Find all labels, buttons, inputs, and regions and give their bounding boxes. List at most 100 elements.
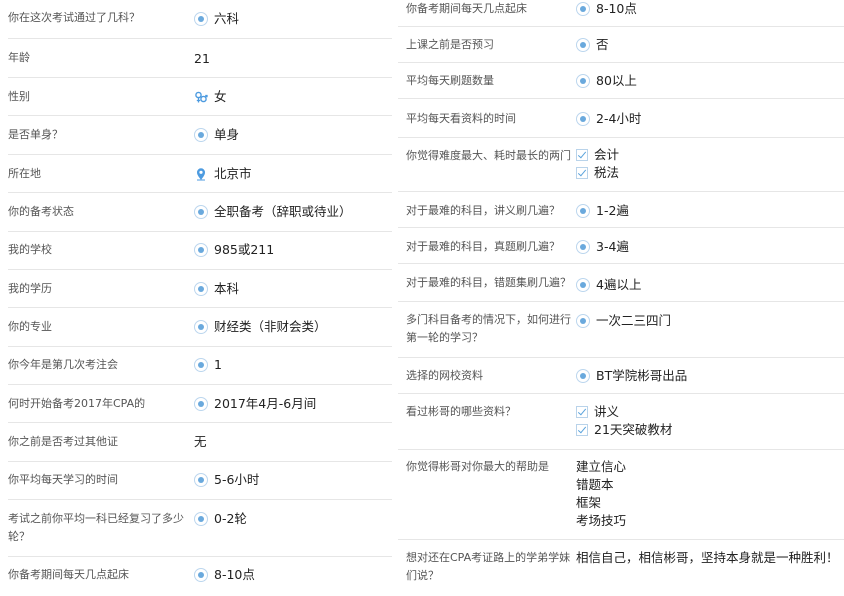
answer-line: 4遍以上 bbox=[576, 276, 641, 294]
answer-text: 否 bbox=[596, 37, 609, 52]
radio-icon bbox=[194, 11, 208, 26]
answer-line: 2017年4月-6月间 bbox=[194, 395, 316, 413]
survey-row: 看过彬哥的哪些资料？ 讲义 21天突破教材 bbox=[398, 394, 844, 450]
answer-text: 女 bbox=[214, 89, 227, 104]
radio-icon bbox=[576, 1, 590, 16]
question-label: 性别 bbox=[8, 90, 30, 103]
answer-block: 2-4小时 bbox=[576, 110, 641, 128]
answer-block: 讲义 21天突破教材 bbox=[576, 403, 672, 439]
survey-row: 上课之前是否预习 否 bbox=[398, 27, 844, 63]
answer-line: 21天突破教材 bbox=[576, 421, 672, 439]
answer-line: 8-10点 bbox=[576, 0, 637, 18]
answer-text: 0-2轮 bbox=[214, 511, 247, 526]
answer-text: 8-10点 bbox=[596, 1, 637, 16]
answer-text: 5-6小时 bbox=[214, 472, 260, 487]
question-label: 我的学历 bbox=[8, 282, 52, 295]
question-label: 你之前是否考过其他证 bbox=[8, 435, 118, 448]
question-label: 是否单身？ bbox=[8, 128, 63, 141]
survey-row: 平均每天刷题数量 80以上 bbox=[398, 63, 844, 99]
question-label: 选择的网校资料 bbox=[406, 369, 483, 382]
survey-row: 选择的网校资料 BT学院彬哥出品 bbox=[398, 358, 844, 394]
answer-block: 本科 bbox=[194, 280, 239, 298]
question-label: 我的学校 bbox=[8, 243, 52, 256]
survey-row: 多门科目备考的情况下，如何进行第一轮的学习？ 一次二三四门 bbox=[398, 302, 844, 358]
answer-line: 21 bbox=[194, 50, 210, 68]
answer-text: 考场技巧 bbox=[576, 513, 627, 528]
radio-icon bbox=[576, 239, 590, 254]
answer-block: 21 bbox=[194, 50, 210, 68]
survey-row: 何时开始备考2017年CPA的 2017年4月-6月间 bbox=[8, 385, 392, 423]
answer-line: 全职备考（辞职或待业） bbox=[194, 203, 352, 221]
answer-block: 0-2轮 bbox=[194, 510, 247, 528]
survey-row: 对于最难的科目，讲义刷几遍？ 1-2遍 bbox=[398, 192, 844, 228]
radio-icon bbox=[194, 472, 208, 487]
survey-row: 你的备考状态 全职备考（辞职或待业） bbox=[8, 193, 392, 232]
answer-text: 框架 bbox=[576, 495, 602, 510]
answer-text: 1 bbox=[214, 357, 222, 372]
radio-icon bbox=[194, 204, 208, 219]
answer-text: 21 bbox=[194, 51, 210, 66]
survey-row: 你觉得彬哥对你最大的帮助是 建立信心 错题本 框架 考场技巧 bbox=[398, 450, 844, 540]
checkbox-icon bbox=[576, 148, 588, 161]
answer-line: BT学院彬哥出品 bbox=[576, 367, 687, 385]
answer-line: 5-6小时 bbox=[194, 471, 259, 489]
question-label: 对于最难的科目，错题集刷几遍？ bbox=[406, 276, 571, 289]
gender-icon bbox=[194, 90, 208, 104]
checkbox-icon bbox=[576, 423, 588, 436]
answer-text: 4遍以上 bbox=[596, 277, 642, 292]
survey-row: 你今年是第几次考注会 1 bbox=[8, 347, 392, 385]
answer-text: 8-10点 bbox=[214, 567, 255, 582]
answer-block: 全职备考（辞职或待业） bbox=[194, 203, 352, 221]
answer-block: 单身 bbox=[194, 126, 239, 144]
answer-text: 讲义 bbox=[594, 404, 620, 419]
question-label: 平均每天刷题数量 bbox=[406, 74, 494, 87]
answer-line: 无 bbox=[194, 433, 207, 451]
survey-row: 对于最难的科目，真题刷几遍？ 3-4遍 bbox=[398, 228, 844, 264]
question-label: 你的备考状态 bbox=[8, 205, 74, 218]
answer-line: 税法 bbox=[576, 164, 619, 182]
answer-block: BT学院彬哥出品 bbox=[576, 367, 687, 385]
answer-text: 2-4小时 bbox=[596, 111, 642, 126]
question-label: 多门科目备考的情况下，如何进行第一轮的学习？ bbox=[406, 313, 571, 344]
survey-row: 你备考期间每天几点起床 8-10点 bbox=[8, 557, 392, 596]
answer-line: 2-4小时 bbox=[576, 110, 641, 128]
answer-block: 北京市 bbox=[194, 165, 252, 183]
answer-line: 错题本 bbox=[576, 476, 626, 494]
question-label: 平均每天看资料的时间 bbox=[406, 112, 516, 125]
answer-line: 建立信心 bbox=[576, 458, 626, 476]
answer-block: 1-2遍 bbox=[576, 202, 629, 220]
question-label: 你今年是第几次考注会 bbox=[8, 358, 118, 371]
answer-text: 税法 bbox=[594, 165, 620, 180]
question-label: 对于最难的科目，真题刷几遍？ bbox=[406, 240, 560, 253]
survey-row: 对于最难的科目，错题集刷几遍？ 4遍以上 bbox=[398, 264, 844, 302]
answer-block: 六科 bbox=[194, 10, 239, 28]
question-label: 年龄 bbox=[8, 51, 30, 64]
answer-text: 3-4遍 bbox=[596, 239, 629, 254]
survey-row: 所在地 北京市 bbox=[8, 155, 392, 193]
answer-line: 会计 bbox=[576, 146, 619, 164]
survey-row: 你的专业 财经类（非财会类） bbox=[8, 308, 392, 347]
answer-line: 0-2轮 bbox=[194, 510, 247, 528]
location-pin-icon bbox=[194, 167, 208, 181]
question-label: 看过彬哥的哪些资料？ bbox=[406, 405, 516, 418]
answer-text: 1-2遍 bbox=[596, 203, 629, 218]
radio-icon bbox=[194, 281, 208, 296]
answer-block: 5-6小时 bbox=[194, 471, 259, 489]
answer-block: 一次二三四门 bbox=[576, 312, 671, 330]
question-label: 你在这次考试通过了几科？ bbox=[8, 11, 140, 24]
radio-icon bbox=[194, 396, 208, 411]
survey-row: 你觉得难度最大、耗时最长的两门 会计 税法 bbox=[398, 138, 844, 192]
radio-icon bbox=[194, 567, 208, 582]
answer-text: 全职备考（辞职或待业） bbox=[214, 204, 352, 219]
checkbox-icon bbox=[576, 166, 588, 179]
radio-icon bbox=[576, 111, 590, 126]
survey-row: 年龄 21 bbox=[8, 40, 392, 78]
answer-text: 建立信心 bbox=[576, 459, 627, 474]
answer-line: 考场技巧 bbox=[576, 512, 626, 530]
question-label: 想对还在CPA考证路上的学弟学妹们说？ bbox=[406, 551, 571, 582]
answer-line: 3-4遍 bbox=[576, 238, 629, 256]
radio-icon bbox=[194, 357, 208, 372]
question-label: 你备考期间每天几点起床 bbox=[406, 2, 527, 15]
survey-row: 你在这次考试通过了几科？ 六科 bbox=[8, 0, 392, 39]
radio-icon bbox=[576, 203, 590, 218]
